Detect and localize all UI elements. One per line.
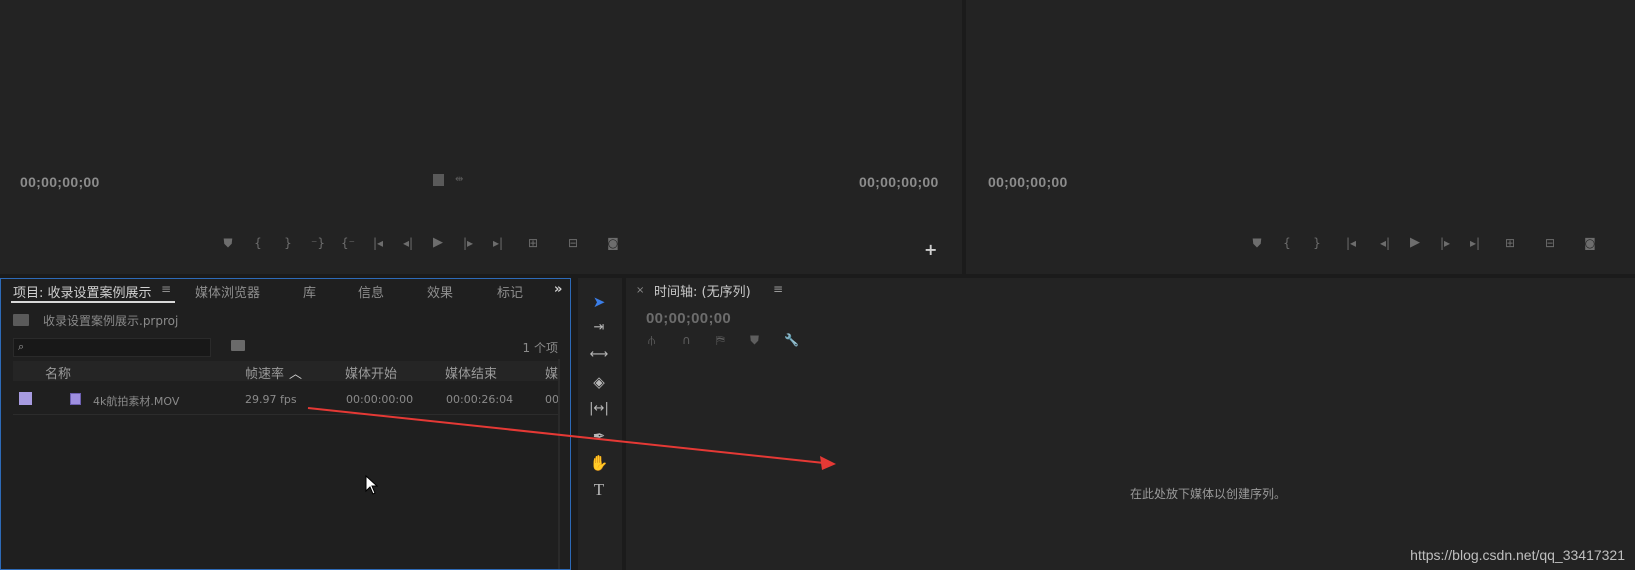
mouse-cursor-icon <box>365 475 379 495</box>
clip-extra: 00 <box>545 393 559 406</box>
video-clip-icon <box>70 393 81 405</box>
extract-icon[interactable]: ⊟ <box>1530 236 1570 250</box>
track-select-tool-icon[interactable]: ⇥ <box>588 318 610 338</box>
column-header-name[interactable]: 名称 <box>45 363 71 382</box>
tab-info[interactable]: 信息 <box>358 282 384 301</box>
tab-project-menu-icon[interactable]: ≡ <box>161 282 171 296</box>
go-to-in-icon[interactable]: {⁻ <box>333 236 363 250</box>
slip-tool-icon[interactable]: |↔| <box>588 399 610 419</box>
tab-libraries[interactable]: 库 <box>303 282 316 301</box>
project-panel: 项目: 收录设置案例展示 ≡ 媒体浏览器 库 信息 效果 标记 » 收录设置案例… <box>0 278 571 570</box>
program-timecode-current[interactable]: 00;00;00;00 <box>988 174 1068 190</box>
vertical-scrollbar[interactable] <box>558 359 560 569</box>
zoom-fit-icon[interactable] <box>433 174 444 186</box>
search-icon: ⌕ <box>18 340 25 353</box>
mark-in-icon[interactable]: { <box>243 236 273 250</box>
ripple-edit-tool-icon[interactable]: ⟷ <box>588 345 610 365</box>
type-tool-icon[interactable]: T <box>588 480 610 500</box>
tab-project[interactable]: 项目: 收录设置案例展示 <box>13 282 152 301</box>
play-icon[interactable]: ▶ <box>1400 236 1430 250</box>
wrench-icon[interactable]: 🔧 <box>784 333 818 348</box>
column-header-frame-rate[interactable]: 帧速率 <box>245 363 284 382</box>
selection-tool-icon[interactable]: ➤ <box>588 292 610 312</box>
project-file-name: 收录设置案例展示.prproj <box>43 314 179 328</box>
snap-icon[interactable]: ∩ <box>682 333 716 348</box>
clip-media-start: 00:00:00:00 <box>346 393 414 406</box>
add-button-icon[interactable]: + <box>924 240 937 259</box>
linked-selection-icon[interactable]: ⛿ <box>716 333 750 348</box>
timeline-toolbar: ⫛ ∩ ⛿ ⛊ 🔧 <box>648 333 818 348</box>
source-timecode-duration: 00;00;00;00 <box>859 174 939 190</box>
source-transport-controls: ⛊ { } ⁻} {⁻ |◂ ◂| ▶ |▸ ▸| ⊞ ⊟ ◙ <box>213 236 633 251</box>
sort-ascending-icon[interactable]: ︿ <box>289 363 302 382</box>
clip-media-end: 00:00:26:04 <box>446 393 514 406</box>
panel-tabs: 项目: 收录设置案例展示 ≡ 媒体浏览器 库 信息 效果 标记 » <box>1 279 570 303</box>
watermark: https://blog.csdn.net/qq_33417321 <box>1410 547 1625 563</box>
source-timecode-current[interactable]: 00;00;00;00 <box>20 174 100 190</box>
marker-icon[interactable]: ⛊ <box>1242 236 1272 250</box>
go-to-out-icon[interactable]: ▸| <box>483 236 513 250</box>
add-marker-icon[interactable]: ⛊ <box>750 333 784 348</box>
tab-markers[interactable]: 标记 <box>497 282 523 301</box>
program-transport-controls: ⛊ { } |◂ ◂| ▶ |▸ ▸| ⊞ ⊟ ◙ <box>1242 236 1610 251</box>
item-count: 1 个项 <box>522 341 558 355</box>
column-header-more[interactable]: 媒 <box>545 363 558 382</box>
source-monitor-panel: 00;00;00;00 ⇹ 00;00;00;00 ⛊ { } ⁻} {⁻ |◂… <box>0 0 962 274</box>
label-color-swatch[interactable] <box>19 392 32 405</box>
mark-out-icon[interactable]: } <box>273 236 303 250</box>
clear-in-icon[interactable]: ⁻} <box>303 236 333 250</box>
step-forward-icon[interactable]: |▸ <box>453 236 483 250</box>
step-back-icon[interactable]: ◂| <box>1370 236 1400 250</box>
timeline-menu-icon[interactable]: ≡ <box>773 282 783 296</box>
export-frame-icon[interactable]: ◙ <box>593 236 633 250</box>
timeline-timecode[interactable]: 00;00;00;00 <box>646 310 731 327</box>
insert-icon[interactable]: ⊞ <box>513 236 553 250</box>
drop-media-hint: 在此处放下媒体以创建序列。 <box>1130 487 1287 501</box>
pen-tool-icon[interactable]: ✒ <box>588 426 610 446</box>
play-icon[interactable]: ▶ <box>423 236 453 250</box>
overwrite-icon[interactable]: ⊟ <box>553 236 593 250</box>
column-header-media-end[interactable]: 媒体结束 <box>445 363 497 382</box>
step-forward-icon[interactable]: |▸ <box>1430 236 1460 250</box>
tab-effects[interactable]: 效果 <box>427 282 453 301</box>
export-frame-icon[interactable]: ◙ <box>1570 236 1610 250</box>
drag-video-icon[interactable]: ⇹ <box>455 174 463 185</box>
program-monitor-panel: 00;00;00;00 ⛊ { } |◂ ◂| ▶ |▸ ▸| ⊞ ⊟ ◙ <box>966 0 1635 274</box>
timeline-tab-title[interactable]: 时间轴: (无序列) <box>654 281 751 300</box>
column-header-media-start[interactable]: 媒体开始 <box>345 363 397 382</box>
step-back-icon[interactable]: ◂| <box>393 236 423 250</box>
go-to-in-icon[interactable]: |◂ <box>1332 236 1370 250</box>
clip-frame-rate: 29.97 fps <box>245 393 297 406</box>
close-icon[interactable]: × <box>636 285 644 296</box>
hand-tool-icon[interactable]: ✋ <box>588 453 610 473</box>
active-tab-indicator <box>11 301 175 303</box>
tabs-overflow-icon[interactable]: » <box>554 282 562 297</box>
marker-icon[interactable]: ⛊ <box>213 236 243 250</box>
razor-tool-icon[interactable]: ◈ <box>588 372 610 392</box>
mark-out-icon[interactable]: } <box>1302 236 1332 250</box>
nest-icon[interactable]: ⫛ <box>648 333 682 348</box>
project-folder-icon <box>13 314 29 326</box>
mark-in-icon[interactable]: { <box>1272 236 1302 250</box>
tab-media-browser[interactable]: 媒体浏览器 <box>195 282 260 301</box>
tools-panel: ➤ ⇥ ⟷ ◈ |↔| ✒ ✋ T <box>578 278 622 570</box>
clip-name[interactable]: 4k航拍素材.MOV <box>93 393 179 409</box>
find-in-bin-icon[interactable] <box>231 340 245 351</box>
go-to-out-icon[interactable]: ▸| <box>1460 236 1490 250</box>
row-divider <box>13 414 559 415</box>
timeline-panel: × 时间轴: (无序列) ≡ 00;00;00;00 ⫛ ∩ ⛿ ⛊ 🔧 在此处… <box>626 278 1635 570</box>
step-back-to-in-icon[interactable]: |◂ <box>363 236 393 250</box>
lift-icon[interactable]: ⊞ <box>1490 236 1530 250</box>
search-input[interactable]: ⌕ <box>13 338 211 357</box>
